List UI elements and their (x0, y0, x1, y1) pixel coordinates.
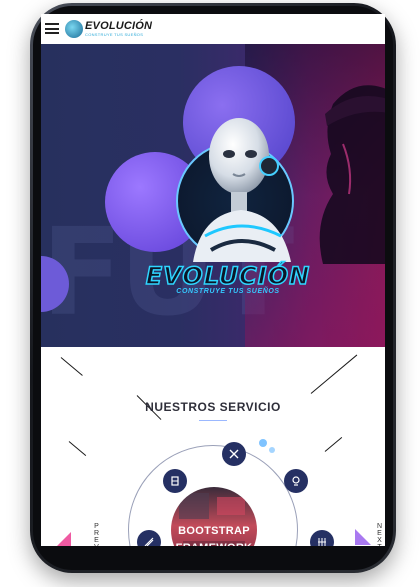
logo-title: EVOLUCIÓN (85, 20, 153, 32)
decorative-triangle (355, 529, 371, 545)
robot-illustration (193, 118, 291, 262)
hero-subtitle: CONSTRUYE TUS SUEÑOS (176, 288, 280, 295)
next-button[interactable]: NEXT (374, 523, 383, 546)
hero-banner: FUT EVOLUCIÓN CONSTRUYE TUS SUEÑOS (41, 44, 385, 347)
logo-subtitle: CONSTRUYE TUS SUEÑOS (85, 32, 144, 37)
wordpress-icon (229, 449, 239, 459)
next-label: NEXT (376, 523, 383, 546)
services-section: NUESTROS SERVICIO BOOTSTRAP PREV NEXT (41, 347, 385, 546)
decorative-triangle (57, 532, 71, 546)
hooded-person-silhouette (319, 85, 385, 264)
decorative-line (60, 357, 83, 376)
lightning-icon (292, 476, 300, 486)
logo-emblem-icon (65, 20, 83, 38)
prev-label: PREV (93, 523, 100, 546)
prev-button[interactable]: PREV (91, 523, 100, 546)
hamburger-menu-icon[interactable] (45, 23, 59, 34)
service-node-code[interactable] (310, 530, 334, 546)
heading-underline (199, 420, 227, 421)
hero-title: EVOLUCIÓN (145, 261, 311, 291)
decorative-line (68, 441, 87, 457)
code-icon (318, 538, 326, 546)
services-heading: NUESTROS SERVICIO (145, 400, 281, 414)
layout-icon (144, 537, 154, 546)
featured-service-label: BOOTSTRAP FRAMEWORK (176, 525, 252, 546)
top-nav-bar: EVOLUCIÓN CONSTRUYE TUS SUEÑOS (41, 14, 385, 44)
service-node-wordpress[interactable] (222, 442, 246, 466)
bitcoin-icon (171, 476, 179, 486)
orbit-marker-dot (269, 447, 275, 453)
decorative-line (310, 354, 358, 394)
brand-logo[interactable]: EVOLUCIÓN CONSTRUYE TUS SUEÑOS (65, 18, 152, 40)
featured-service-card[interactable]: BOOTSTRAP FRAMEWORK (171, 487, 257, 546)
decorative-line (324, 436, 343, 452)
orbit-marker-dot (259, 439, 267, 447)
service-node-lightning[interactable] (284, 469, 308, 493)
screen: EVOLUCIÓN CONSTRUYE TUS SUEÑOS FUT EVOLU… (41, 14, 385, 546)
